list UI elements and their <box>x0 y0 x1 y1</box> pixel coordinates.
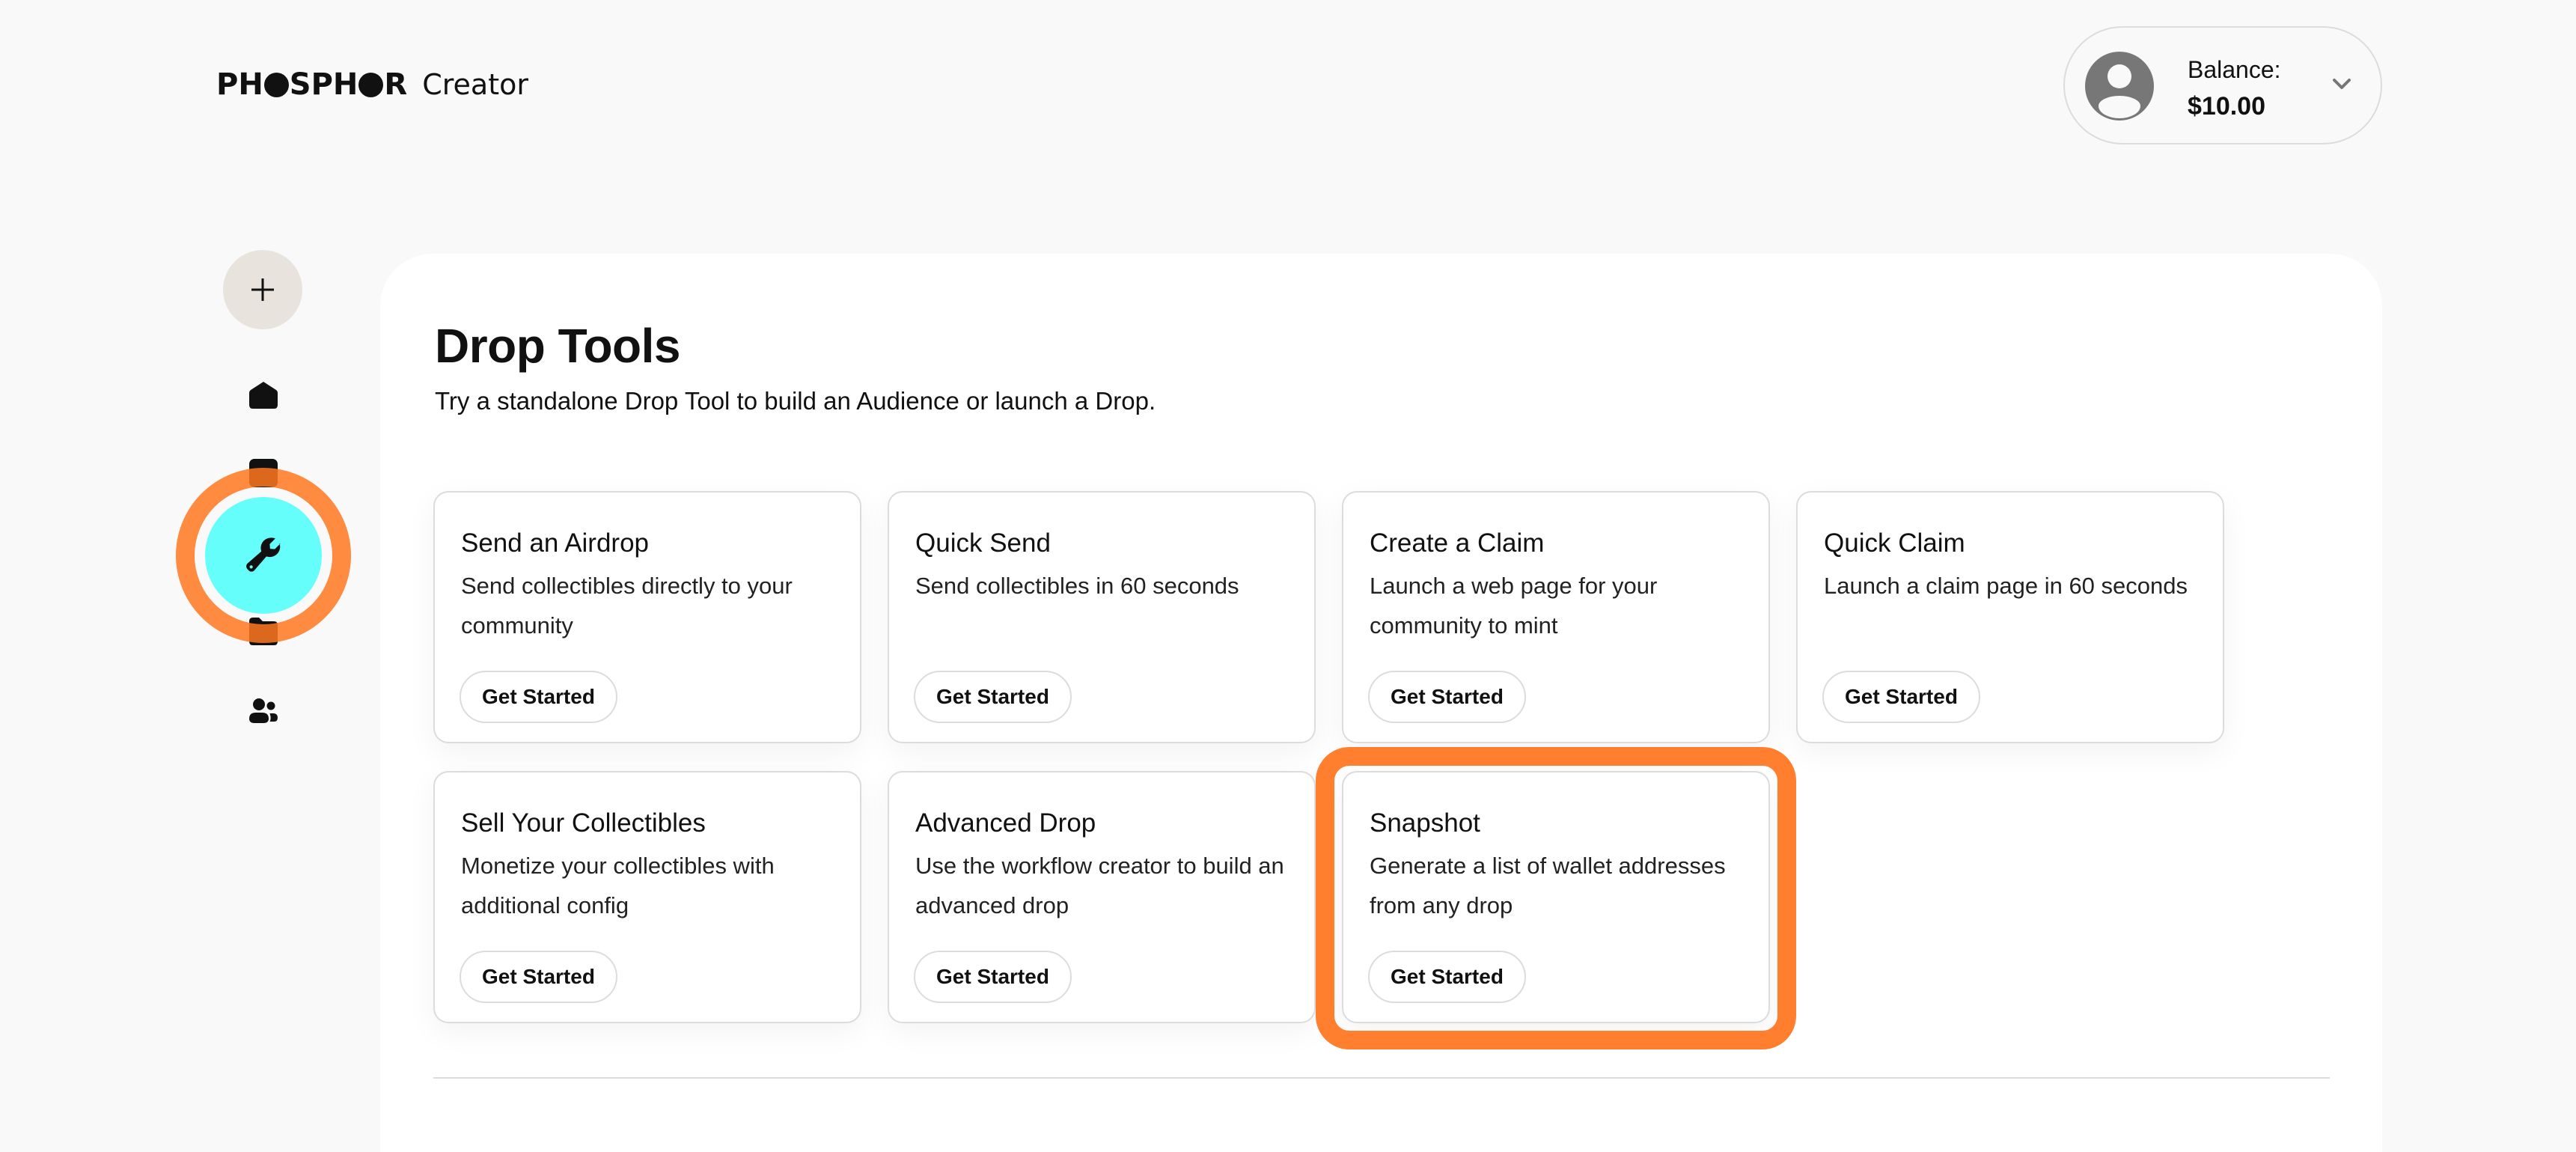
card-title: Quick Send <box>915 528 1051 558</box>
page-title: Drop Tools <box>435 319 681 373</box>
home-icon[interactable] <box>248 380 278 410</box>
page-subtitle: Try a standalone Drop Tool to build an A… <box>435 387 1156 415</box>
tool-card-advanced-drop[interactable]: Advanced Drop Use the workflow creator t… <box>888 771 1316 1023</box>
card-description: Use the workflow creator to build an adv… <box>915 853 1284 918</box>
plus-icon <box>251 278 274 301</box>
main-panel: Drop Tools Try a standalone Drop Tool to… <box>380 254 2382 1152</box>
balance-label: Balance: <box>2188 56 2281 83</box>
chevron-down-icon <box>2333 79 2351 89</box>
section-divider <box>433 1077 2330 1079</box>
brand-part: SPH <box>289 67 358 102</box>
card-title: Quick Claim <box>1824 528 1965 558</box>
app-logo[interactable]: PH SPH R Creator <box>216 66 528 103</box>
tool-card-snapshot[interactable]: Snapshot Generate a list of wallet addre… <box>1342 771 1770 1023</box>
balance-value: $10.00 <box>2188 92 2265 121</box>
card-description: Generate a list of wallet addresses from… <box>1370 853 1726 918</box>
tool-card-send-airdrop[interactable]: Send an Airdrop Send collectibles direct… <box>433 491 861 743</box>
drafts-icon[interactable] <box>248 458 278 488</box>
card-title: Create a Claim <box>1370 528 1545 558</box>
card-title: Send an Airdrop <box>461 528 650 558</box>
get-started-button[interactable]: Get Started <box>1368 671 1526 723</box>
brand-wordmark: PH SPH R <box>216 67 407 102</box>
get-started-button[interactable]: Get Started <box>914 671 1072 723</box>
tool-card-quick-claim[interactable]: Quick Claim Launch a claim page in 60 se… <box>1796 491 2224 743</box>
card-description: Launch a web page for your community to … <box>1370 573 1658 639</box>
tool-card-create-claim[interactable]: Create a Claim Launch a web page for you… <box>1342 491 1770 743</box>
people-icon[interactable] <box>248 698 278 725</box>
tool-card-sell-collectibles[interactable]: Sell Your Collectibles Monetize your col… <box>433 771 861 1023</box>
brand-o-dot <box>358 72 384 97</box>
folder-icon[interactable] <box>248 617 278 647</box>
get-started-button[interactable]: Get Started <box>460 951 617 1003</box>
get-started-button[interactable]: Get Started <box>1822 671 1980 723</box>
account-balance-menu[interactable]: Balance: $10.00 <box>2063 26 2382 144</box>
card-description: Send collectibles directly to your commu… <box>461 573 793 639</box>
get-started-button[interactable]: Get Started <box>1368 951 1526 1003</box>
card-title: Sell Your Collectibles <box>461 808 706 838</box>
card-description: Launch a claim page in 60 seconds <box>1824 573 2188 599</box>
brand-o-dot <box>263 72 289 97</box>
product-name: Creator <box>422 68 528 101</box>
avatar-icon <box>2085 52 2154 121</box>
get-started-button[interactable]: Get Started <box>914 951 1072 1003</box>
tool-card-quick-send[interactable]: Quick Send Send collectibles in 60 secon… <box>888 491 1316 743</box>
brand-part: R <box>384 67 408 102</box>
get-started-button[interactable]: Get Started <box>460 671 617 723</box>
card-description: Send collectibles in 60 seconds <box>915 573 1239 599</box>
sidebar-add-button[interactable] <box>223 250 302 329</box>
card-title: Advanced Drop <box>915 808 1096 838</box>
sidebar-item-drop-tools[interactable] <box>205 497 322 614</box>
brand-part: PH <box>216 67 263 102</box>
wrench-icon <box>246 537 281 572</box>
card-title: Snapshot <box>1370 808 1480 838</box>
card-description: Monetize your collectibles with addition… <box>461 853 775 918</box>
